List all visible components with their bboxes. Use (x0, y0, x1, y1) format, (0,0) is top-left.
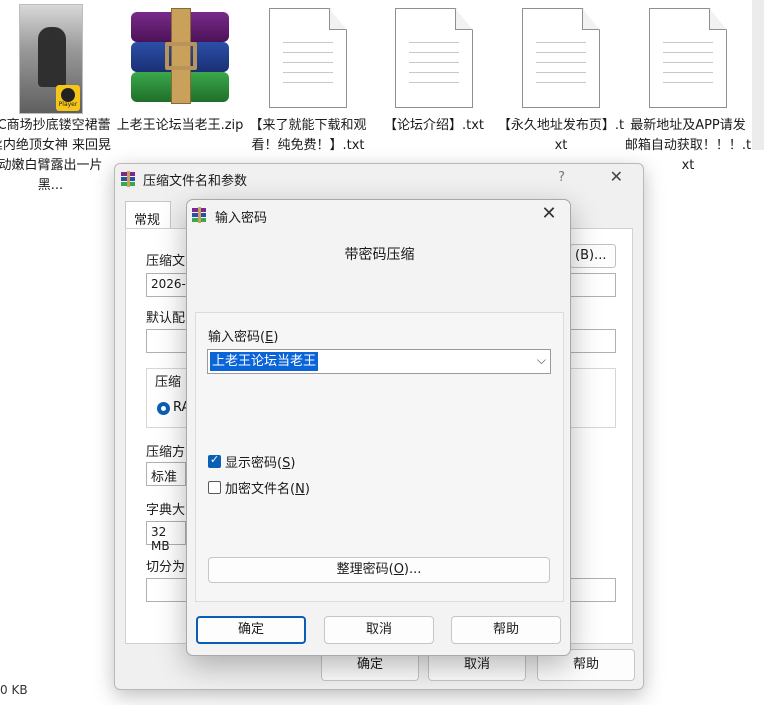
text-file-icon (269, 8, 347, 108)
password-label: 输入密码(E) (208, 330, 279, 345)
organize-passwords-button[interactable]: 整理密码(O)... (208, 557, 550, 583)
dialog-titlebar[interactable]: 压缩文件名和参数 ? ✕ (115, 164, 643, 194)
enter-password-dialog: 输入密码 ✕ 带密码压缩 输入密码(E) 上老王论坛当老王 ⌵ 显示密码(S) … (186, 199, 571, 656)
file-item[interactable]: 最新地址及APP请发邮箱自动获取！！！.txt (624, 0, 752, 180)
format-group-label: 压缩 (155, 375, 182, 390)
file-name: 【永久地址发布页】.txt (497, 118, 625, 153)
video-thumbnail: Player (19, 4, 83, 114)
close-icon[interactable]: ✕ (538, 203, 560, 224)
winrar-icon (121, 171, 135, 187)
file-name: 上老王论坛当老王.zip (116, 118, 244, 133)
password-input[interactable]: 上老王论坛当老王 ⌵ (207, 349, 551, 374)
file-name: 【论坛介绍】.txt (383, 118, 485, 133)
text-file-icon (395, 8, 473, 108)
file-item[interactable]: Player YC商场抄底镂空裙蕾丝内绝顶女神 来回晃动嫩白臂露出一片黑... (0, 0, 118, 200)
winrar-icon (192, 207, 206, 223)
method-label: 压缩方 (146, 445, 186, 460)
dialog-titlebar[interactable]: 输入密码 ✕ (187, 200, 570, 230)
dict-size-label: 字典大 (146, 503, 186, 518)
person-figure (38, 27, 66, 87)
file-name: 【来了就能下载和观看！纯免费！】.txt (249, 118, 367, 153)
winrar-archive-icon (125, 8, 235, 104)
cancel-button[interactable]: 取消 (324, 616, 434, 644)
dialog-title: 输入密码 (215, 211, 268, 226)
status-size: 0 KB (0, 683, 28, 697)
close-icon[interactable]: ✕ (610, 167, 623, 186)
dialog-title: 压缩文件名和参数 (143, 174, 248, 189)
file-item[interactable]: 上老王论坛当老王.zip (116, 0, 244, 160)
text-file-icon (649, 8, 727, 108)
help-button[interactable]: 帮助 (451, 616, 561, 644)
vertical-scrollbar[interactable] (752, 0, 764, 150)
encrypt-filenames-label[interactable]: 加密文件名(N) (225, 478, 310, 497)
file-item[interactable]: 【来了就能下载和观看！纯免费！】.txt (244, 0, 372, 180)
rar-radio[interactable] (157, 402, 170, 415)
show-password-label[interactable]: 显示密码(S) (225, 452, 295, 471)
browse-button[interactable]: (B)... (570, 244, 616, 268)
dict-size-dropdown[interactable]: 32 MB (146, 521, 186, 553)
tab-general[interactable]: 常规 (125, 201, 171, 229)
dialog-heading: 带密码压缩 (344, 247, 415, 263)
help-icon[interactable]: ? (558, 170, 565, 185)
file-item[interactable]: 【永久地址发布页】.txt (497, 0, 625, 160)
desktop: Player YC商场抄底镂空裙蕾丝内绝顶女神 来回晃动嫩白臂露出一片黑... … (0, 0, 764, 705)
player-badge-icon: Player (56, 85, 80, 111)
password-value: 上老王论坛当老王 (210, 352, 319, 371)
default-profile-label: 默认配 (146, 311, 186, 326)
chevron-down-icon[interactable]: ⌵ (537, 353, 546, 368)
text-file-icon (522, 8, 600, 108)
split-label: 切分为 (146, 560, 186, 575)
file-item[interactable]: 【论坛介绍】.txt (370, 0, 498, 140)
method-dropdown[interactable]: 标准 (146, 462, 186, 486)
show-password-checkbox[interactable] (208, 453, 221, 468)
archive-name-label: 压缩文 (146, 254, 186, 269)
ok-button[interactable]: 确定 (196, 616, 306, 644)
encrypt-filenames-checkbox[interactable] (208, 481, 221, 494)
file-name: YC商场抄底镂空裙蕾丝内绝顶女神 来回晃动嫩白臂露出一片黑... (0, 118, 112, 193)
